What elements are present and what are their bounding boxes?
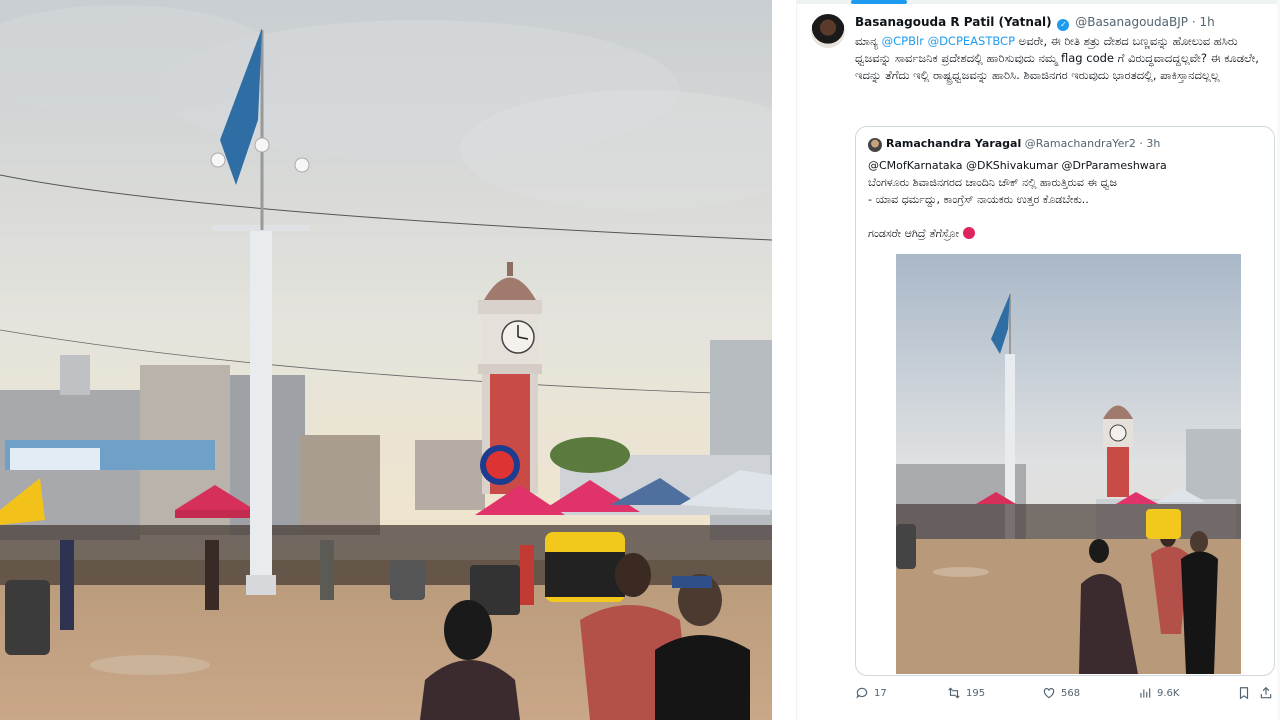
like-count: 568 [1061,687,1081,699]
quote-line: - ಯಾವ ಧರ್ಮದ್ದು, ಕಾಂಗ್ರೆಸ್ ನಾಯಕರು ಉತ್ತರ ಕ… [868,193,1089,206]
views-button[interactable]: 9.6K [1138,686,1179,700]
reply-count: 17 [874,687,887,699]
quote-photo [896,254,1241,674]
retweet-icon [948,687,960,699]
views-count: 9.6K [1157,687,1180,699]
share-icon [1260,686,1272,699]
tweet-time[interactable]: 1h [1199,15,1214,29]
tweet-header: Basanagouda R Patil (Yatnal) ✓ @Basanago… [855,15,1215,31]
quote-line: ಗಂಡಸರೇ ಆಗಿದ್ರೆ ತೆಗೆಸ್ರೋ [868,227,960,240]
bookmark-icon [1239,687,1249,700]
quoted-tweet[interactable]: Ramachandra Yaragal @RamachandraYer2 · 3… [855,126,1275,676]
quote-time[interactable]: 3h [1146,137,1160,150]
heart-icon [1043,688,1055,699]
share-button[interactable] [1259,686,1273,700]
tweet-panel: Basanagouda R Patil (Yatnal) ✓ @Basanago… [796,0,1280,720]
quote-text: @CMofKarnataka @DKShivakumar @DrParamesh… [868,157,1264,242]
author-avatar[interactable] [811,14,845,48]
quote-time-separator: · [1139,137,1143,150]
quote-media-image[interactable] [896,254,1241,674]
reply-icon [856,687,868,699]
quote-author-handle[interactable]: @RamachandraYer2 [1025,137,1136,150]
retweet-button[interactable]: 195 [947,686,985,700]
bookmark-button[interactable] [1237,686,1251,700]
retweet-count: 195 [966,687,986,699]
like-button[interactable]: 568 [1042,686,1080,700]
divider [772,0,796,720]
street-photo [0,0,772,720]
quote-author-avatar[interactable] [868,138,882,152]
author-handle[interactable]: @BasanagoudaBJP [1075,15,1188,29]
verified-badge-icon: ✓ [1057,19,1070,31]
mention-link[interactable]: @CPBlr [882,34,924,48]
quote-mentions: @CMofKarnataka @DKShivakumar @DrParamesh… [868,159,1167,172]
quote-line: ಬೆಂಗಳೂರು ಶಿವಾಜಿನಗರದ ಚಾಂದಿನಿ ಚೌಕ್ ನಲ್ಲಿ ಹ… [868,176,1117,189]
tweet-text-prefix: ಮಾನ್ಯ [855,34,882,48]
clock-tower-scene [0,0,772,720]
author-name[interactable]: Basanagouda R Patil (Yatnal) [855,15,1052,29]
mention-link[interactable]: @DCPEASTBCP [928,34,1015,48]
views-icon [1140,688,1151,698]
time-separator: · [1191,15,1196,29]
quote-header: Ramachandra Yaragal @RamachandraYer2 · 3… [886,137,1160,150]
tweet-text: ಮಾನ್ಯ @CPBlr @DCPEASTBCP ಅವರೇ, ಈ ರೀತಿ ಶತ… [855,33,1265,84]
tweet-actions: 17 195 568 9.6K [855,684,1275,704]
top-accent [851,0,907,4]
quote-author-name[interactable]: Ramachandra Yaragal [886,137,1021,150]
angry-face-icon [962,227,975,239]
reply-button[interactable]: 17 [855,686,887,700]
